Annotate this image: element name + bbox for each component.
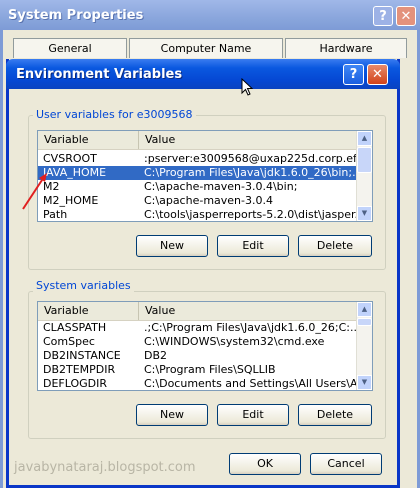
watermark-text: javabynataraj.blogspot.com [14,460,196,475]
user-new-button[interactable]: New [136,235,208,257]
user-list-header: Variable Value [38,131,372,150]
variable-value: DB2 [144,349,168,362]
environment-variables-title: Environment Variables [16,67,183,82]
variable-name: M2 [43,180,60,193]
variable-value: :pserver:e3009568@uxap225d.corp.ef... [144,152,357,165]
variable-value: C:\Program Files\SQLLIB [144,363,276,376]
user-list-scrollbar[interactable]: ▲ ▼ [356,131,372,221]
scroll-down-icon[interactable]: ▼ [357,375,372,390]
user-variables-list[interactable]: Variable Value CVSROOT :pserver:e3009568… [37,130,373,222]
system-variables-label: System variables [33,279,134,292]
variable-value: C:\Program Files\Java\jdk1.6.0_26\bin;..… [144,166,357,179]
user-variables-label: User variables for e3009568 [33,108,196,121]
system-edit-button[interactable]: Edit [217,404,289,426]
variable-value: C:\apache-maven-3.0.4\bin; [144,180,298,193]
tab-general[interactable]: General [13,38,127,58]
user-row-path[interactable]: Path C:\tools\jasperreports-5.2.0\dist\j… [38,208,357,221]
system-variables-list[interactable]: Variable Value CLASSPATH .;C:\Program Fi… [37,301,373,391]
variable-value: C:\apache-maven-3.0.4 [144,194,273,207]
system-properties-titlebar: System Properties ? ✕ [0,0,420,30]
scroll-up-icon[interactable]: ▲ [357,131,372,146]
variable-value: C:\Documents and Settings\All Users\A... [144,377,357,390]
user-row-m2[interactable]: M2 C:\apache-maven-3.0.4\bin; [38,180,357,194]
variable-name: DB2TEMPDIR [43,363,116,376]
variable-name: CVSROOT [43,152,97,165]
system-column-value[interactable]: Value [139,302,357,320]
user-row-java-home[interactable]: JAVA_HOME C:\Program Files\Java\jdk1.6.0… [38,166,357,180]
red-arrow-icon [22,173,47,210]
variable-name: M2_HOME [43,194,99,207]
user-delete-button[interactable]: Delete [298,235,372,257]
user-row-m2-home[interactable]: M2_HOME C:\apache-maven-3.0.4 [38,194,357,208]
system-row-db2tempdir[interactable]: DB2TEMPDIR C:\Program Files\SQLLIB [38,363,357,377]
system-row-classpath[interactable]: CLASSPATH .;C:\Program Files\Java\jdk1.6… [38,321,357,335]
tab-hardware[interactable]: Hardware [285,38,407,58]
user-column-value[interactable]: Value [139,131,357,149]
tab-computer-name[interactable]: Computer Name [129,38,283,58]
user-column-variable[interactable]: Variable [38,131,139,149]
system-new-button[interactable]: New [136,404,208,426]
scroll-thumb[interactable] [357,318,372,326]
system-delete-button[interactable]: Delete [298,404,372,426]
system-list-scrollbar[interactable]: ▲ ▼ [356,302,372,390]
system-properties-title: System Properties [8,8,144,23]
system-row-db2instance[interactable]: DB2INSTANCE DB2 [38,349,357,363]
outer-close-button[interactable]: ✕ [396,6,416,26]
variable-value: C:\tools\jasperreports-5.2.0\dist\jasper… [144,208,357,221]
scroll-thumb[interactable] [357,147,372,173]
variable-name: DB2INSTANCE [43,349,121,362]
system-row-deflogdir[interactable]: DEFLOGDIR C:\Documents and Settings\All … [38,377,357,390]
system-list-header: Variable Value [38,302,372,321]
scroll-down-icon[interactable]: ▼ [357,206,372,221]
dialog-close-button[interactable]: ✕ [367,64,388,85]
variable-name: CLASSPATH [43,321,107,334]
mouse-cursor-icon [241,78,254,96]
outer-help-button[interactable]: ? [373,6,393,26]
variable-name: ComSpec [43,335,95,348]
variable-name: Path [43,208,68,221]
scroll-up-icon[interactable]: ▲ [357,302,372,317]
variable-name: DEFLOGDIR [43,377,108,390]
cancel-button[interactable]: Cancel [310,453,382,475]
variable-value: .;C:\Program Files\Java\jdk1.6.0_26;C:..… [144,321,357,334]
ok-button[interactable]: OK [229,453,301,475]
environment-variables-titlebar: Environment Variables [6,59,400,89]
variable-value: C:\WINDOWS\system32\cmd.exe [144,335,325,348]
dialog-help-button[interactable]: ? [343,64,364,85]
system-row-comspec[interactable]: ComSpec C:\WINDOWS\system32\cmd.exe [38,335,357,349]
system-column-variable[interactable]: Variable [38,302,139,320]
variable-name: JAVA_HOME [43,166,107,179]
user-edit-button[interactable]: Edit [217,235,289,257]
user-row-cvsroot[interactable]: CVSROOT :pserver:e3009568@uxap225d.corp.… [38,152,357,166]
